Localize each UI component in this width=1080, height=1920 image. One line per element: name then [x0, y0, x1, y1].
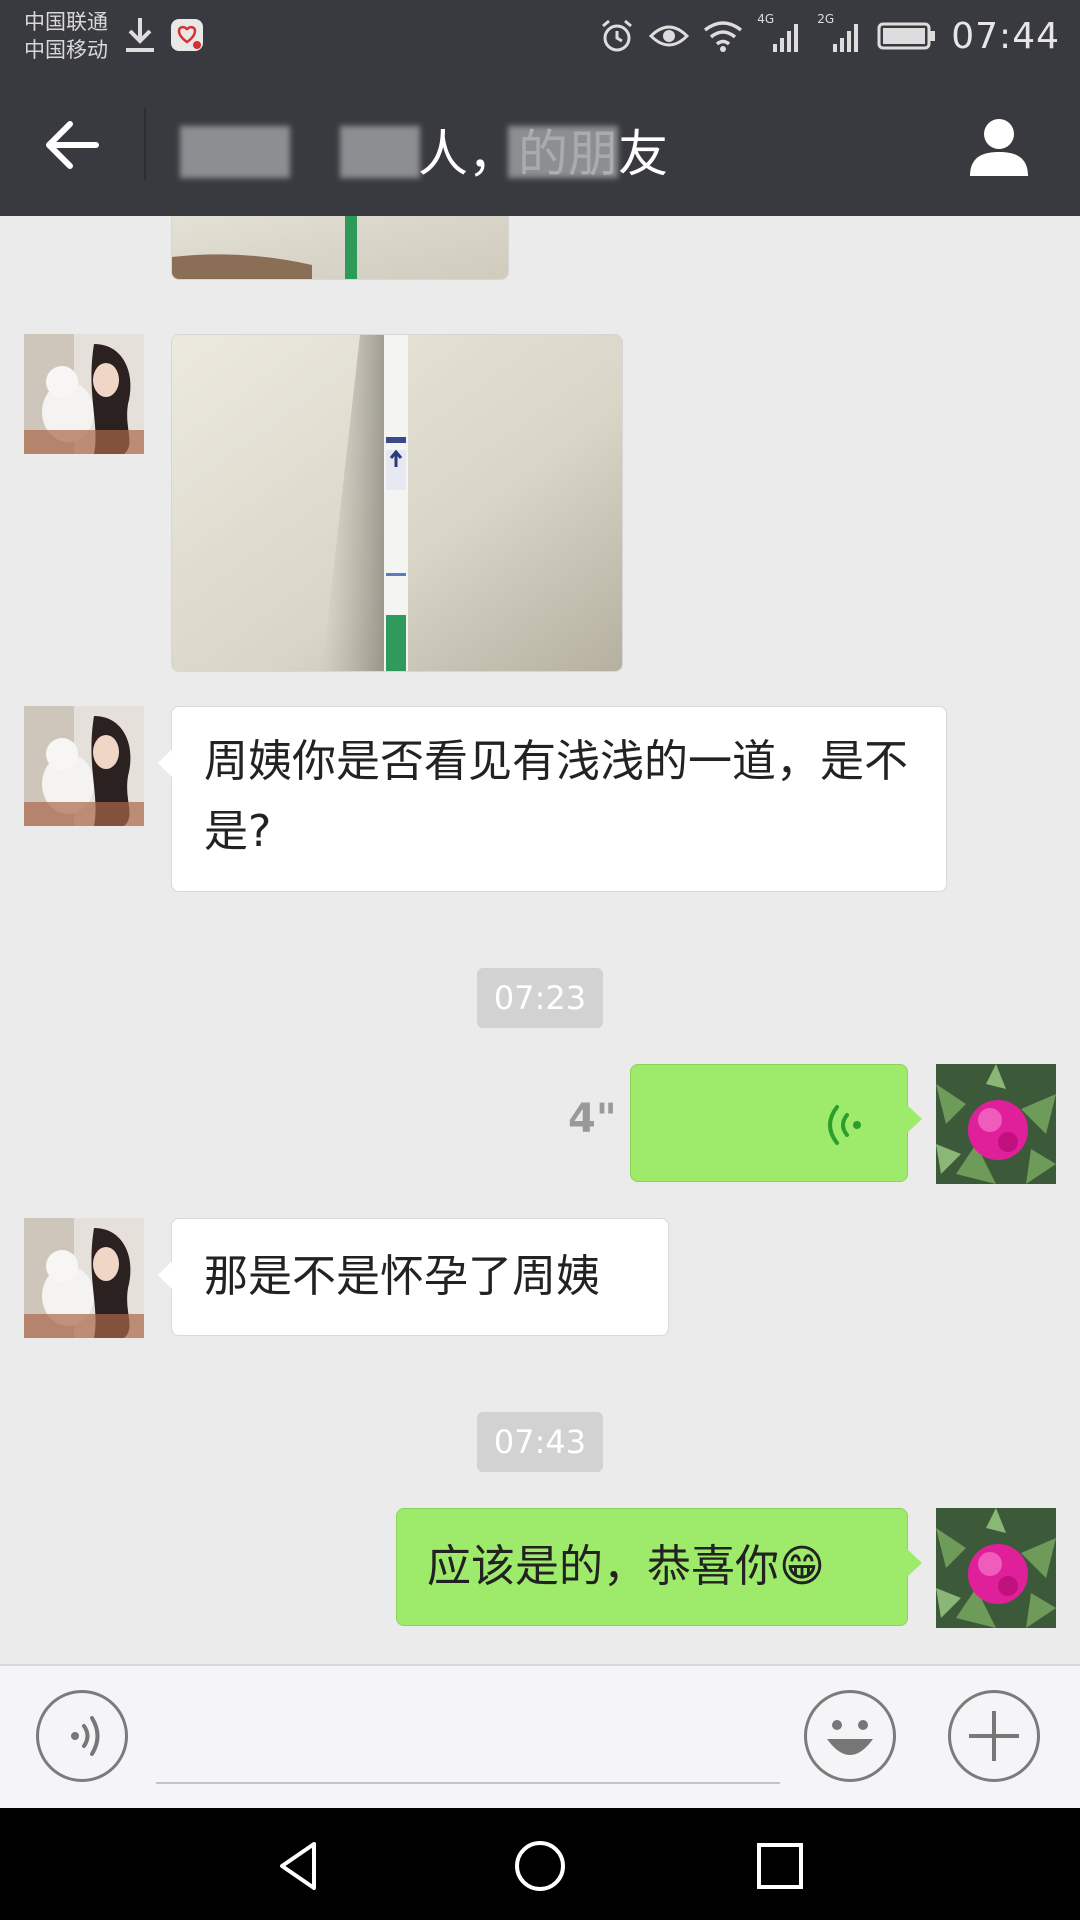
message-text: 应该是的，恭喜你😁 [427, 1541, 825, 1592]
message-list[interactable]: 周姨你是否看见有浅浅的一道，是不是? 07:23 4" 那是不是怀孕了周姨 07… [0, 216, 1080, 1664]
my-avatar[interactable] [936, 1064, 1056, 1184]
carrier-labels: 中国联通 中国移动 [24, 8, 108, 64]
app-notification-icon [171, 19, 203, 51]
alarm-icon [602, 19, 633, 52]
carrier-unicom: 中国联通 [24, 10, 108, 34]
image-message[interactable] [171, 216, 509, 280]
redacted-block [180, 126, 290, 178]
plus-icon [969, 1711, 1019, 1761]
received-text-bubble[interactable]: 周姨你是否看见有浅浅的一道，是不是? [158, 706, 947, 892]
wifi-icon [704, 21, 743, 52]
contact-avatar[interactable] [24, 706, 144, 826]
carrier-mobile: 中国移动 [24, 38, 108, 62]
my-avatar[interactable] [936, 1508, 1056, 1628]
sent-voice-bubble[interactable] [630, 1064, 922, 1182]
eye-icon [649, 25, 690, 47]
emoji-icon [827, 1720, 873, 1755]
nav-recents-icon[interactable] [750, 1836, 810, 1896]
redacted-block [340, 126, 420, 178]
voice-input-button[interactable] [36, 1690, 128, 1782]
message-text: 那是不是怀孕了周姨 [204, 1251, 600, 1302]
signal-4g: 4G [757, 12, 803, 54]
system-nav-bar [0, 1808, 1080, 1920]
voice-duration: 4" [568, 1096, 617, 1142]
chat-header: 人，的朋友 [0, 72, 1080, 216]
received-text-bubble[interactable]: 那是不是怀孕了周姨 [158, 1218, 669, 1336]
contact-avatar[interactable] [24, 334, 144, 454]
input-bar [0, 1664, 1080, 1810]
voice-input-icon [71, 1716, 100, 1756]
back-arrow-icon[interactable] [40, 112, 106, 178]
message-text: 周姨你是否看见有浅浅的一道，是不是? [204, 736, 908, 857]
more-button[interactable] [948, 1690, 1040, 1782]
nav-home-icon[interactable] [510, 1836, 570, 1896]
signal-icon [773, 24, 799, 52]
image-message[interactable] [171, 334, 623, 672]
header-divider [144, 108, 146, 180]
download-icon [126, 18, 154, 52]
signal-2g: 2G [817, 12, 863, 54]
status-time: 07:44 [951, 15, 1060, 57]
battery-icon [877, 22, 936, 50]
emoji-button[interactable] [804, 1690, 896, 1782]
redacted-block [508, 126, 618, 178]
contact-avatar[interactable] [24, 1218, 144, 1338]
voice-wave-icon [828, 1105, 861, 1145]
profile-icon[interactable] [966, 112, 1032, 178]
sent-text-bubble[interactable]: 应该是的，恭喜你😁 [396, 1508, 922, 1626]
message-input[interactable] [156, 1782, 780, 1784]
nav-back-icon[interactable] [270, 1836, 330, 1896]
signal-icon [833, 24, 859, 52]
status-bar: 中国联通 中国移动 4G 2G 07:44 [0, 0, 1080, 72]
message-timestamp: 07:23 [477, 968, 603, 1028]
message-timestamp: 07:43 [477, 1412, 603, 1472]
